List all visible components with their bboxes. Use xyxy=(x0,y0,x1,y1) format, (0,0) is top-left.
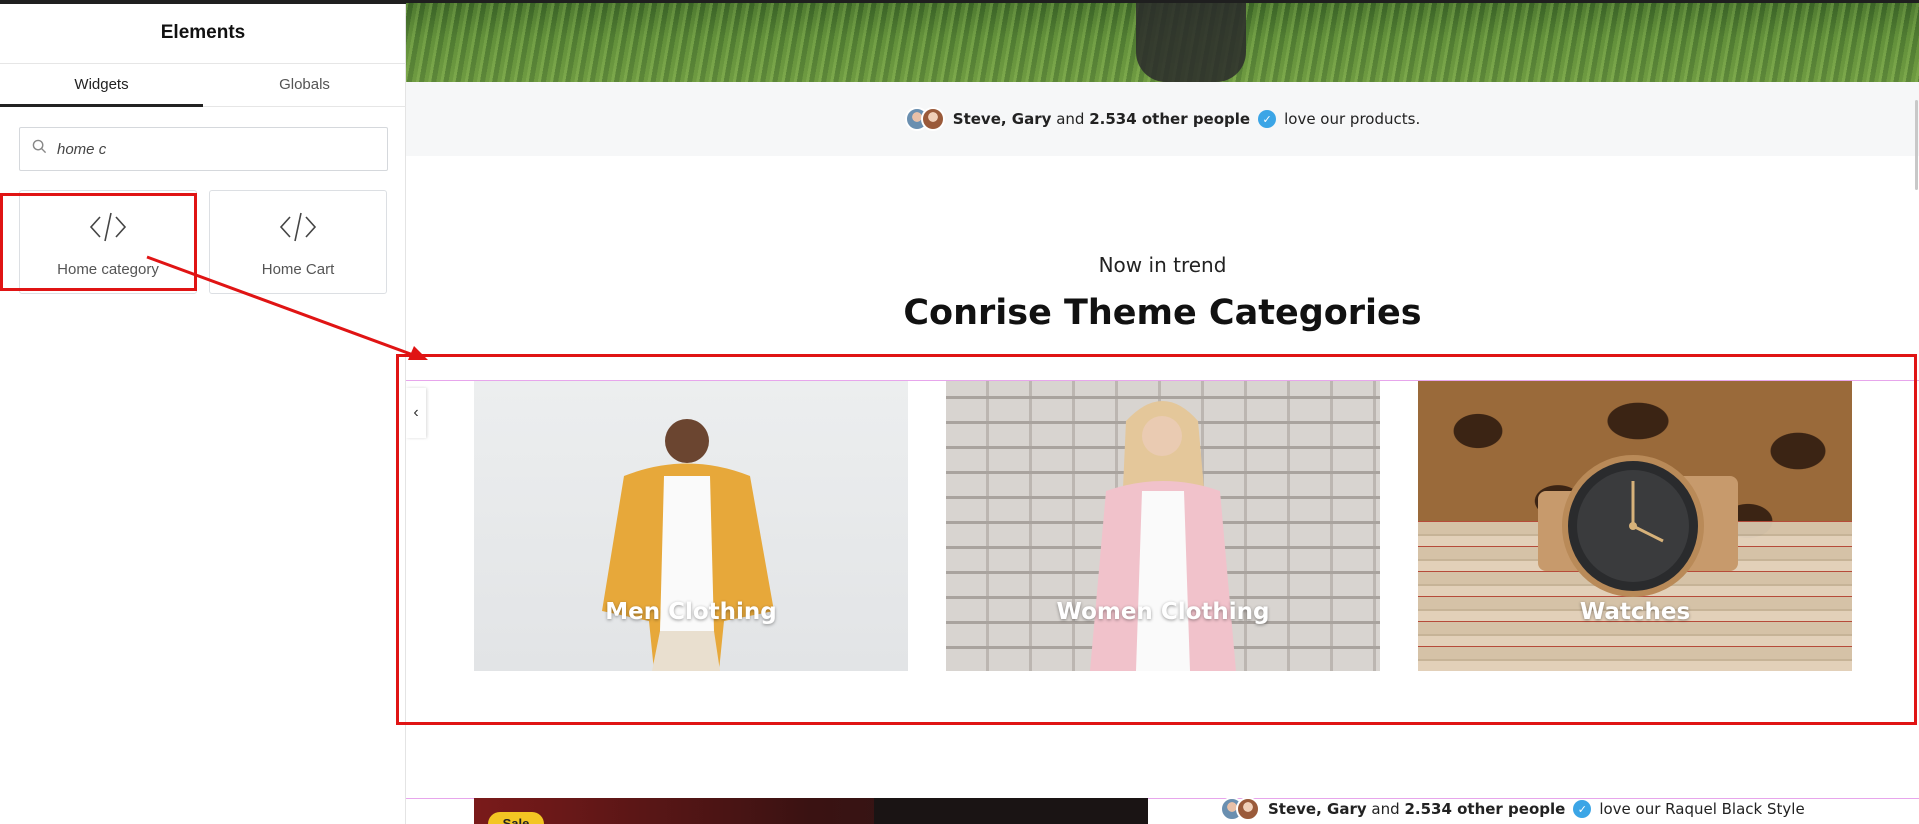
avatar xyxy=(920,107,945,131)
category-label: Men Clothing xyxy=(605,599,777,625)
scrollbar[interactable] xyxy=(1915,100,1918,190)
watch-figure xyxy=(1538,455,1738,597)
social-suffix: love our Raquel Black Style xyxy=(1599,800,1805,818)
panel-top-bar xyxy=(0,0,406,4)
social-suffix: love our products. xyxy=(1284,110,1421,128)
avatar xyxy=(1236,797,1260,821)
widget-label: Home category xyxy=(57,261,159,278)
avatar-group xyxy=(1220,797,1260,821)
tab-widgets[interactable]: Widgets xyxy=(0,64,203,107)
section-title: Conrise Theme Categories xyxy=(903,293,1422,333)
women-figure xyxy=(1090,401,1236,671)
social-proof-bottom: Steve, Gary and 2.534 other people ✓ lov… xyxy=(1220,797,1805,821)
category-label: Women Clothing xyxy=(1056,599,1270,625)
verified-icon: ✓ xyxy=(1258,110,1277,128)
social-names: Steve, Gary xyxy=(1268,800,1367,818)
search-icon xyxy=(32,139,47,159)
hero-image xyxy=(406,0,1919,82)
men-figure xyxy=(602,419,774,671)
avatar-group xyxy=(904,107,945,131)
top-strip xyxy=(406,0,1919,3)
tab-globals[interactable]: Globals xyxy=(203,64,406,106)
featured-product-image[interactable] xyxy=(474,798,1148,824)
widget-home-category[interactable]: Home category xyxy=(19,190,197,294)
social-and: and xyxy=(1056,110,1085,128)
search-input[interactable] xyxy=(57,140,357,158)
social-names: Steve, Gary xyxy=(952,110,1052,128)
social-count: 2.534 other people xyxy=(1404,800,1566,818)
face-shape xyxy=(874,798,1148,824)
category-label: Watches xyxy=(1579,599,1691,625)
social-count: 2.534 other people xyxy=(1089,110,1251,128)
category-card-women-clothing[interactable]: Women Clothing xyxy=(946,381,1380,671)
panel-title: Elements xyxy=(160,22,246,43)
hero-figure xyxy=(1136,0,1246,82)
social-proof-bar: Steve, Gary and 2.534 other people ✓ lov… xyxy=(406,82,1919,156)
page-preview: Steve, Gary and 2.534 other people ✓ lov… xyxy=(406,0,1919,824)
sale-badge: Sale xyxy=(488,812,544,824)
verified-icon: ✓ xyxy=(1573,800,1592,818)
code-icon xyxy=(20,209,196,245)
section-subtitle: Now in trend xyxy=(1098,253,1227,277)
widget-label: Home Cart xyxy=(261,261,335,278)
category-card-men-clothing[interactable]: Men Clothing xyxy=(474,381,908,671)
slider-prev-button[interactable]: ‹ xyxy=(406,388,426,438)
widget-search-box[interactable] xyxy=(19,127,388,171)
panel-tabs: Widgets Globals xyxy=(0,63,406,107)
social-and: and xyxy=(1371,800,1400,818)
widget-home-cart[interactable]: Home Cart xyxy=(209,190,387,294)
code-icon xyxy=(210,209,386,245)
elements-panel: Elements Widgets Globals Home category H… xyxy=(0,0,406,824)
category-card-watches[interactable]: Watches xyxy=(1418,381,1852,671)
